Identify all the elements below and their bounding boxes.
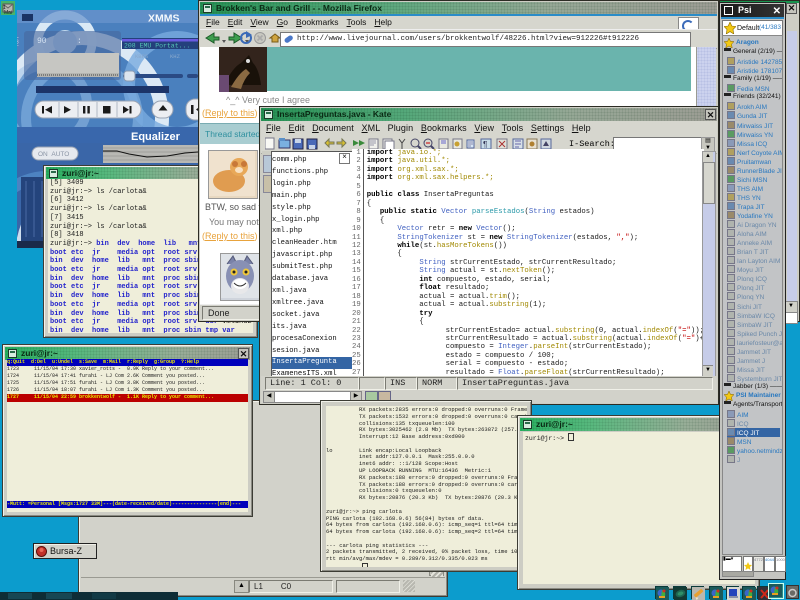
svg-text:¶: ¶: [483, 140, 487, 149]
svg-text:208 EMU Portat...: 208 EMU Portat...: [124, 43, 190, 50]
svg-text:Equalizer: Equalizer: [131, 131, 181, 143]
svg-text:XMMS: XMMS: [148, 13, 180, 25]
svg-text:KHZ: KHZ: [170, 53, 181, 60]
svg-text:ON AUTO: ON AUTO: [38, 151, 69, 158]
svg-text:VOL: VOL: [17, 37, 19, 48]
svg-text:KBPS: KBPS: [135, 53, 149, 60]
svg-text:90: 90: [37, 37, 47, 46]
svg-text::: :: [77, 37, 82, 46]
svg-text:Mai: Mai: [4, 10, 12, 15]
